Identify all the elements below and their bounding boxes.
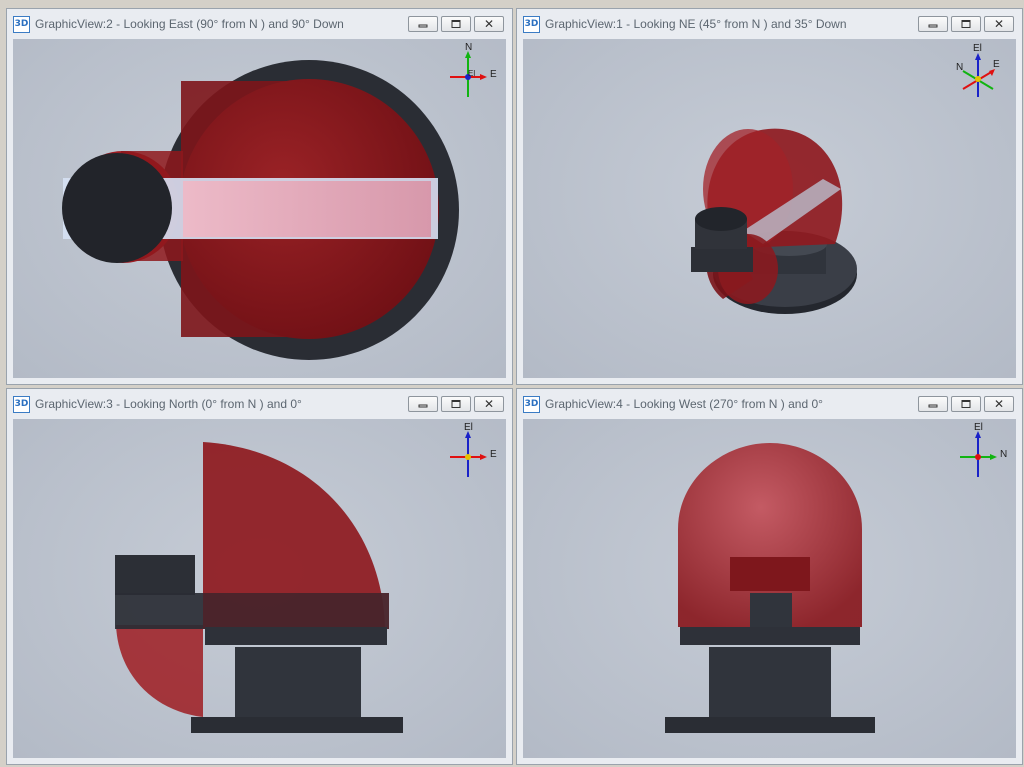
3d-app-icon: 3D bbox=[13, 15, 30, 33]
close-button[interactable]: ✕ bbox=[984, 396, 1014, 412]
side-radome bbox=[116, 625, 203, 717]
view-1-scene: El E N bbox=[691, 43, 1000, 314]
close-button[interactable]: ✕ bbox=[474, 396, 504, 412]
axis-label-n: N bbox=[1000, 449, 1007, 460]
axis-label-el: El bbox=[973, 43, 982, 54]
axis-label-el: El bbox=[464, 422, 473, 433]
close-icon: ✕ bbox=[483, 397, 495, 411]
view-4-scene: El N bbox=[665, 422, 1007, 733]
close-icon: ✕ bbox=[993, 397, 1005, 411]
view-2-title: GraphicView:2 - Looking East (90° from N… bbox=[35, 17, 344, 31]
close-icon: ✕ bbox=[483, 17, 495, 31]
graphic-view-3-window[interactable]: 3D GraphicView:3 - Looking North (0° fro… bbox=[6, 388, 513, 765]
feed-end-cap bbox=[691, 247, 753, 272]
maximize-icon bbox=[961, 400, 971, 408]
maximize-button[interactable] bbox=[951, 16, 981, 32]
maximize-icon bbox=[961, 20, 971, 28]
feed-end-cap bbox=[750, 593, 792, 627]
feed-end-cap bbox=[62, 153, 172, 263]
minimize-button[interactable] bbox=[408, 16, 438, 32]
axis-triad: El E N bbox=[956, 43, 1000, 97]
minimize-icon bbox=[418, 404, 428, 408]
feed-end-cap bbox=[115, 555, 195, 595]
maximize-button[interactable] bbox=[441, 396, 471, 412]
close-button[interactable]: ✕ bbox=[474, 16, 504, 32]
view-4-viewport[interactable]: El N bbox=[523, 419, 1016, 758]
axis-label-el: El bbox=[468, 69, 475, 78]
minimize-icon bbox=[418, 24, 428, 28]
axis-label-el: El bbox=[974, 422, 983, 433]
minimize-icon bbox=[928, 24, 938, 28]
graphic-view-1-window[interactable]: 3D GraphicView:1 - Looking NE (45° from … bbox=[516, 8, 1023, 385]
maximize-button[interactable] bbox=[951, 396, 981, 412]
view-1-title: GraphicView:1 - Looking NE (45° from N )… bbox=[545, 17, 847, 31]
close-icon: ✕ bbox=[993, 17, 1005, 31]
minimize-button[interactable] bbox=[918, 396, 948, 412]
axis-label-n: N bbox=[465, 42, 472, 53]
graphic-view-4-window[interactable]: 3D GraphicView:4 - Looking West (270° fr… bbox=[516, 388, 1023, 765]
axis-triad: El N bbox=[960, 422, 1007, 477]
mount-base-disk bbox=[191, 717, 403, 733]
mount-pedestal bbox=[709, 647, 831, 719]
axis-label-n: N bbox=[956, 62, 963, 73]
axis-label-e: E bbox=[490, 449, 497, 460]
view-3-viewport[interactable]: El E bbox=[13, 419, 506, 758]
view-2-titlebar[interactable]: 3D GraphicView:2 - Looking East (90° fro… bbox=[7, 9, 512, 39]
minimize-icon bbox=[928, 404, 938, 408]
view-1-viewport[interactable]: El E N bbox=[523, 39, 1016, 378]
mount-pedestal bbox=[235, 647, 361, 719]
view-4-title: GraphicView:4 - Looking West (270° from … bbox=[545, 397, 823, 411]
view-3-titlebar[interactable]: 3D GraphicView:3 - Looking North (0° fro… bbox=[7, 389, 512, 419]
axis-label-e: E bbox=[993, 59, 1000, 70]
close-button[interactable]: ✕ bbox=[984, 16, 1014, 32]
view-2-viewport[interactable]: N E El bbox=[13, 39, 506, 378]
minimize-button[interactable] bbox=[408, 396, 438, 412]
view-2-scene: N E El bbox=[62, 42, 497, 360]
maximize-button[interactable] bbox=[441, 16, 471, 32]
view-3-scene: El E bbox=[115, 422, 497, 733]
3d-app-icon: 3D bbox=[523, 395, 540, 413]
mount-base-disk bbox=[665, 717, 875, 733]
maximize-icon bbox=[451, 20, 461, 28]
axis-triad: N E El bbox=[450, 42, 497, 97]
view-3-title: GraphicView:3 - Looking North (0° from N… bbox=[35, 397, 302, 411]
view-1-titlebar[interactable]: 3D GraphicView:1 - Looking NE (45° from … bbox=[517, 9, 1022, 39]
3d-app-icon: 3D bbox=[13, 395, 30, 413]
minimize-button[interactable] bbox=[918, 16, 948, 32]
3d-app-icon: 3D bbox=[523, 15, 540, 33]
graphic-view-2-window[interactable]: 3D GraphicView:2 - Looking East (90° fro… bbox=[6, 8, 513, 385]
axis-triad: El E bbox=[450, 422, 497, 477]
view-4-titlebar[interactable]: 3D GraphicView:4 - Looking West (270° fr… bbox=[517, 389, 1022, 419]
maximize-icon bbox=[451, 400, 461, 408]
axis-label-e: E bbox=[490, 69, 497, 80]
feed-bar bbox=[730, 557, 810, 591]
